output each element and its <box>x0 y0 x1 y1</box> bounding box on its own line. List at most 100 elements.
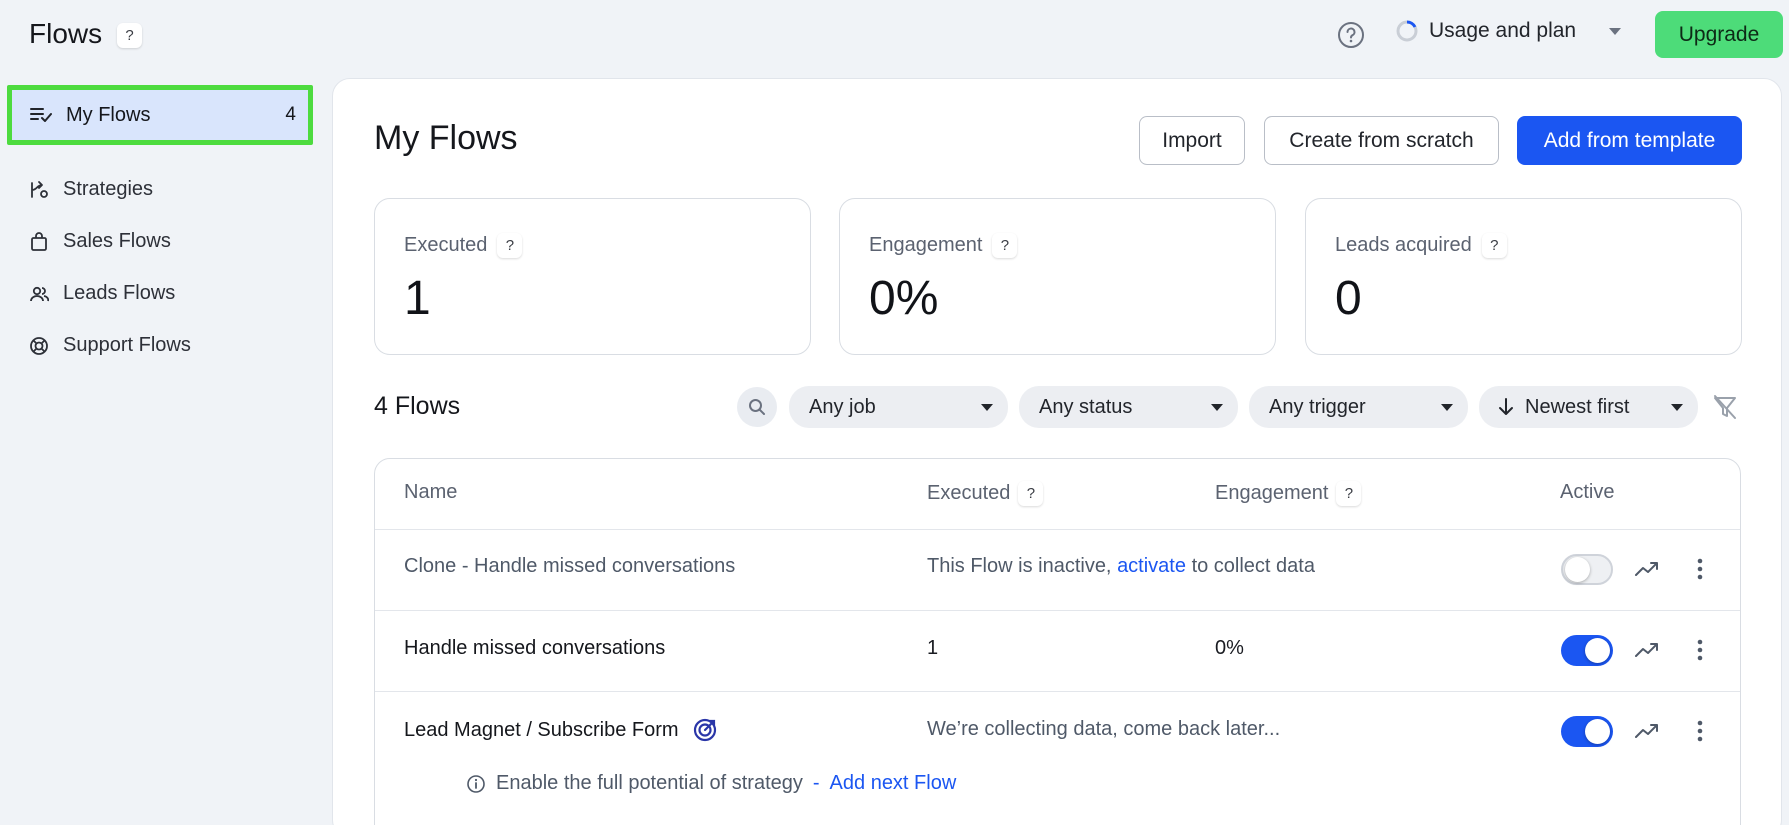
stat-value: 0 <box>1335 272 1362 325</box>
upgrade-button[interactable]: Upgrade <box>1655 11 1783 58</box>
column-header-label: Name <box>404 481 458 503</box>
search-button[interactable] <box>737 387 777 427</box>
help-circle-icon[interactable] <box>1337 21 1365 49</box>
job-filter-dropdown[interactable]: Any job <box>789 386 1008 428</box>
stat-card-leads-acquired: Leads acquired ? 0 <box>1305 198 1742 355</box>
toggle-knob <box>1565 557 1590 582</box>
stat-label-text: Engagement <box>869 234 983 256</box>
column-header-label: Active <box>1560 481 1615 503</box>
chevron-down-icon <box>981 403 993 411</box>
page-title: My Flows <box>374 119 518 157</box>
sidebar-item-support-flows[interactable]: Support Flows <box>29 334 191 357</box>
stat-label-text: Executed <box>404 234 488 256</box>
stat-card-executed: Executed ? 1 <box>374 198 811 355</box>
usage-label: Usage and plan <box>1429 19 1577 42</box>
list-check-icon <box>30 108 52 122</box>
create-from-scratch-button[interactable]: Create from scratch <box>1264 116 1499 165</box>
sidebar-item-label: My Flows <box>66 103 151 126</box>
analytics-button[interactable] <box>1632 635 1662 665</box>
column-header-name: Name <box>404 481 457 504</box>
active-toggle[interactable] <box>1561 635 1613 666</box>
sidebar-item-my-flows[interactable]: My Flows 4 <box>7 85 313 145</box>
sort-label: Newest first <box>1525 395 1630 418</box>
stat-label: Executed ? <box>404 233 523 258</box>
add-next-flow-link[interactable]: Add next Flow <box>830 772 957 795</box>
trigger-filter-dropdown[interactable]: Any trigger <box>1249 386 1468 428</box>
help-icon[interactable]: ? <box>497 233 523 258</box>
trending-up-icon <box>1635 562 1658 576</box>
arrow-down-icon <box>1499 398 1513 415</box>
trending-up-icon <box>1635 643 1658 657</box>
sort-dropdown[interactable]: Newest first <box>1479 386 1698 428</box>
more-options-button[interactable] <box>1685 635 1715 665</box>
toggle-knob <box>1585 638 1610 663</box>
import-button[interactable]: Import <box>1139 116 1245 165</box>
help-icon[interactable]: ? <box>992 233 1018 258</box>
more-vertical-icon <box>1697 558 1703 580</box>
sidebar-item-sales-flows[interactable]: Sales Flows <box>29 230 171 253</box>
stat-label: Leads acquired ? <box>1335 233 1507 258</box>
top-bar: Flows ? Usage and plan Upgrade <box>0 0 1789 70</box>
stat-value: 1 <box>404 272 431 325</box>
usage-ring-icon <box>1396 20 1418 42</box>
info-icon <box>467 774 485 793</box>
add-from-template-button[interactable]: Add from template <box>1517 116 1742 165</box>
executed-value: 1 <box>927 637 939 659</box>
collecting-notice: We’re collecting data, come back later..… <box>927 718 1281 740</box>
stat-card-engagement: Engagement ? 0% <box>839 198 1276 355</box>
table-row[interactable]: Handle missed conversations 1 0% <box>375 610 1740 691</box>
column-header-active: Active <box>1560 481 1614 504</box>
app-title: Flows <box>29 18 103 49</box>
clear-filter-icon[interactable] <box>1711 393 1739 421</box>
column-header-label: Engagement <box>1215 482 1329 504</box>
column-header-engagement: Engagement ? <box>1215 481 1362 506</box>
status-filter-dropdown[interactable]: Any status <box>1019 386 1238 428</box>
flow-name-cell: Lead Magnet / Subscribe Form <box>404 718 717 742</box>
help-icon[interactable]: ? <box>1481 233 1507 258</box>
strategy-target-icon[interactable] <box>693 718 717 742</box>
filter-value: Any status <box>1039 395 1133 418</box>
filter-value: Any trigger <box>1269 395 1366 418</box>
flow-name[interactable]: Handle missed conversations <box>404 637 665 660</box>
help-icon[interactable]: ? <box>1018 481 1044 506</box>
more-vertical-icon <box>1697 639 1703 661</box>
column-header-executed: Executed ? <box>927 481 1044 506</box>
analytics-button[interactable] <box>1632 554 1662 584</box>
active-toggle[interactable] <box>1561 554 1613 585</box>
sidebar-item-leads-flows[interactable]: Leads Flows <box>29 282 175 305</box>
users-icon <box>30 286 49 301</box>
active-toggle[interactable] <box>1561 716 1613 747</box>
stat-label: Engagement ? <box>869 233 1018 258</box>
more-options-button[interactable] <box>1685 716 1715 746</box>
sidebar-item-label: Sales Flows <box>63 230 171 252</box>
activate-link[interactable]: activate <box>1117 555 1186 577</box>
analytics-button[interactable] <box>1632 716 1662 746</box>
toggle-knob <box>1585 719 1610 744</box>
table-row[interactable]: Clone - Handle missed conversations This… <box>375 529 1740 610</box>
flow-name[interactable]: Lead Magnet / Subscribe Form <box>404 719 679 742</box>
help-icon[interactable]: ? <box>1336 481 1362 506</box>
main-panel: My Flows Import Create from scratch Add … <box>332 78 1782 825</box>
engagement-value: 0% <box>1215 637 1244 659</box>
table-row[interactable]: Lead Magnet / Subscribe Form We’re colle… <box>375 691 1740 825</box>
title-help-icon[interactable]: ? <box>117 23 142 48</box>
more-vertical-icon <box>1697 720 1703 742</box>
inactive-text: This Flow is inactive, <box>927 555 1112 577</box>
trending-up-icon <box>1635 724 1658 738</box>
chevron-down-icon <box>1441 403 1453 411</box>
sidebar-item-strategies[interactable]: Strategies <box>29 178 153 201</box>
flows-table: Name Executed ? Engagement ? Active Clon… <box>374 458 1741 825</box>
sidebar-item-label: Leads Flows <box>63 282 176 304</box>
flow-name[interactable]: Clone - Handle missed conversations <box>404 555 735 578</box>
sidebar-item-label: Strategies <box>63 178 154 200</box>
strategy-hint: Enable the full potential of strategy - … <box>466 772 956 795</box>
chevron-down-icon <box>1671 403 1683 411</box>
more-options-button[interactable] <box>1685 554 1715 584</box>
usage-and-plan-dropdown[interactable]: Usage and plan <box>1395 19 1622 43</box>
chevron-down-icon <box>1609 27 1622 35</box>
filter-value: Any job <box>809 395 876 418</box>
hint-separator: - <box>812 772 820 794</box>
hint-text: Enable the full potential of strategy <box>496 772 803 794</box>
strategy-icon <box>31 180 48 198</box>
stat-label-text: Leads acquired <box>1335 234 1472 256</box>
